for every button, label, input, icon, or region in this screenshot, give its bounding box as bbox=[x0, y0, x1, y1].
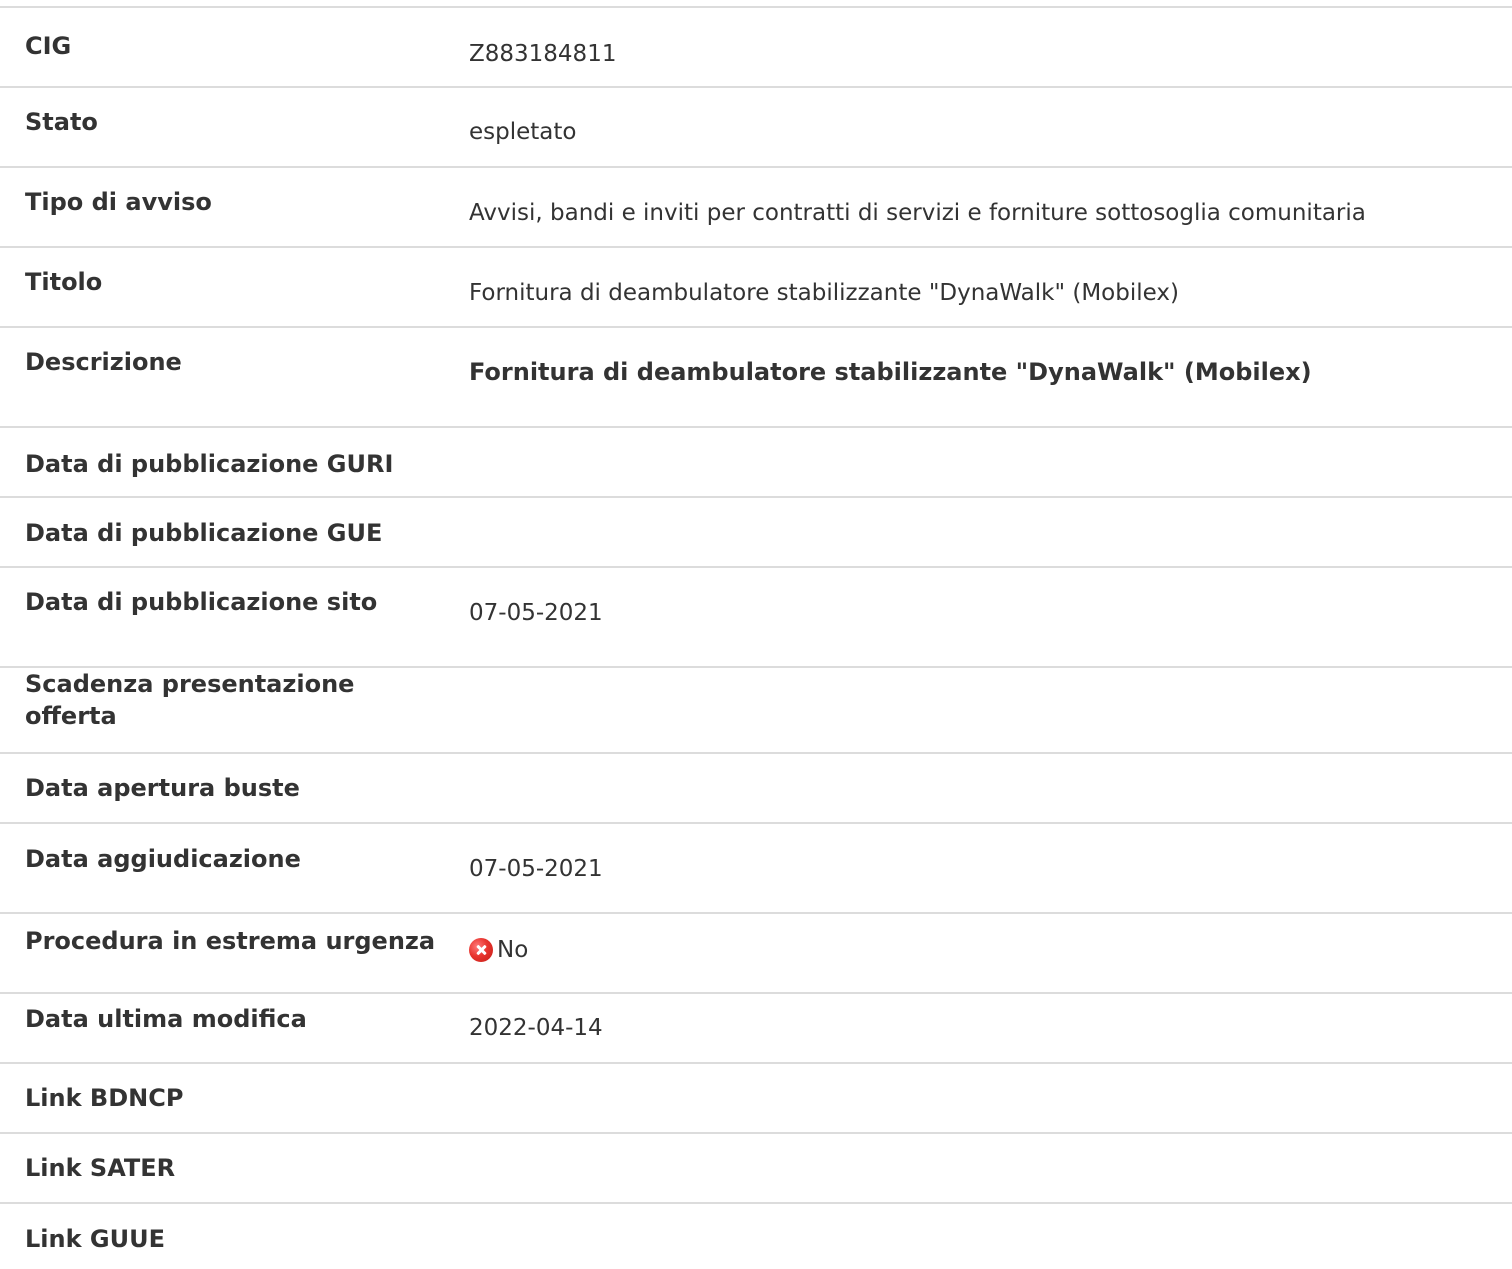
label-apertura-buste: Data apertura buste bbox=[25, 774, 300, 802]
red-x-circle-icon bbox=[469, 937, 493, 962]
value-estrema-urgenza: No bbox=[469, 934, 528, 966]
label-scadenza: Scadenza presentazione offerta bbox=[25, 670, 355, 730]
label-estrema-urgenza: Procedura in estrema urgenza bbox=[25, 927, 436, 955]
value-cig: Z883184811 bbox=[469, 41, 617, 67]
row-data-gue: Data di pubblicazione GUE bbox=[0, 496, 1512, 566]
label-tipo-avviso: Tipo di avviso bbox=[25, 188, 212, 216]
label-descrizione: Descrizione bbox=[25, 348, 182, 376]
label-link-bdncp: Link BDNCP bbox=[25, 1084, 184, 1112]
row-aggiudicazione: Data aggiudicazione 07-05-2021 bbox=[0, 822, 1512, 912]
value-data-sito: 07-05-2021 bbox=[469, 600, 603, 626]
value-titolo: Fornitura di deambulatore stabilizzante … bbox=[469, 280, 1179, 306]
value-stato: espletato bbox=[469, 119, 577, 145]
value-tipo-avviso: Avvisi, bandi e inviti per contratti di … bbox=[469, 200, 1366, 226]
label-cig: CIG bbox=[25, 32, 72, 60]
value-aggiudicazione: 07-05-2021 bbox=[469, 856, 603, 882]
label-ultima-modifica: Data ultima modifica bbox=[25, 1005, 307, 1033]
row-link-bdncp: Link BDNCP bbox=[0, 1062, 1512, 1132]
label-data-guri: Data di pubblicazione GURI bbox=[25, 450, 394, 478]
value-ultima-modifica: 2022-04-14 bbox=[469, 1015, 603, 1041]
row-scadenza: Scadenza presentazione offerta bbox=[0, 666, 1512, 752]
label-link-guue: Link GUUE bbox=[25, 1225, 165, 1253]
label-data-gue: Data di pubblicazione GUE bbox=[25, 519, 383, 547]
label-data-sito: Data di pubblicazione sito bbox=[25, 588, 378, 616]
row-cig: CIG Z883184811 bbox=[0, 6, 1512, 86]
row-estrema-urgenza: Procedura in estrema urgenza No bbox=[0, 912, 1512, 992]
row-link-guue: Link GUUE bbox=[0, 1202, 1512, 1269]
value-descrizione: Fornitura di deambulatore stabilizzante … bbox=[469, 358, 1312, 386]
row-data-sito: Data di pubblicazione sito 07-05-2021 bbox=[0, 566, 1512, 666]
label-aggiudicazione: Data aggiudicazione bbox=[25, 845, 301, 873]
row-data-guri: Data di pubblicazione GURI bbox=[0, 426, 1512, 496]
label-titolo: Titolo bbox=[25, 268, 103, 296]
row-stato: Stato espletato bbox=[0, 86, 1512, 166]
row-ultima-modifica: Data ultima modifica 2022-04-14 bbox=[0, 992, 1512, 1062]
row-titolo: Titolo Fornitura di deambulatore stabili… bbox=[0, 246, 1512, 326]
row-tipo-avviso: Tipo di avviso Avvisi, bandi e inviti pe… bbox=[0, 166, 1512, 246]
value-estrema-urgenza-text: No bbox=[497, 937, 529, 963]
row-apertura-buste: Data apertura buste bbox=[0, 752, 1512, 822]
label-stato: Stato bbox=[25, 108, 98, 136]
label-link-sater: Link SATER bbox=[25, 1154, 176, 1182]
row-descrizione: Descrizione Fornitura di deambulatore st… bbox=[0, 326, 1512, 426]
row-link-sater: Link SATER bbox=[0, 1132, 1512, 1202]
